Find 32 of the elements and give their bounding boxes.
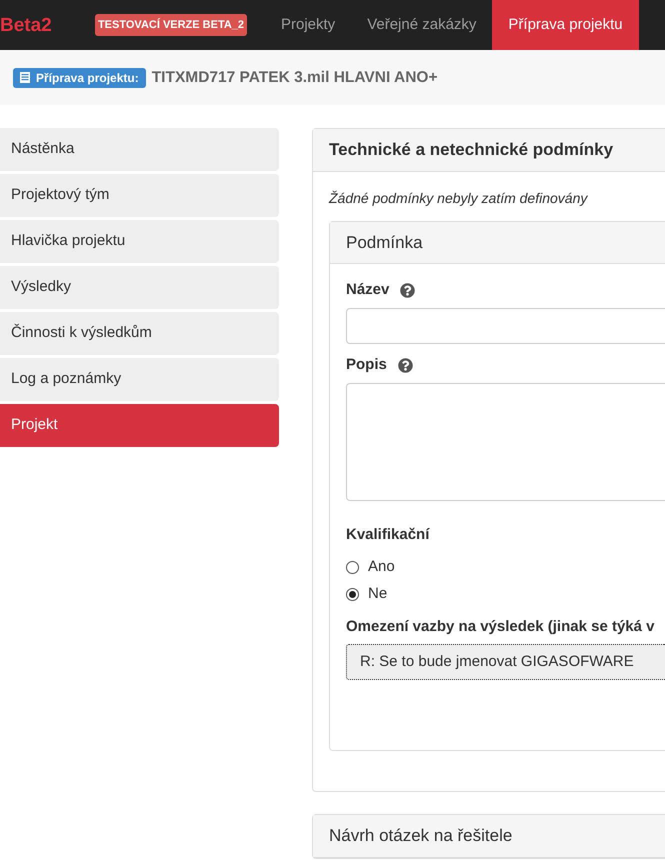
logo[interactable]: Beta2 [0, 16, 53, 34]
input-field[interactable] [346, 308, 665, 344]
sidebar-item[interactable]: Výsledky [0, 266, 279, 309]
field-label: Omezení vazby na výsledek (jinak se týká v [346, 616, 654, 637]
sidebar-item[interactable]: Projektový tým [0, 174, 279, 217]
empty-note: Žádné podmínky nebyly zatím definovány [329, 189, 588, 208]
help-icon[interactable] [400, 282, 416, 298]
version-badge: TESTOVACÍ VERZE BETA_2 [95, 14, 247, 36]
radio-icon[interactable] [346, 588, 359, 600]
nav-tab[interactable]: Projekty [265, 0, 352, 50]
field-label: Popis [346, 354, 387, 375]
sidebar-item[interactable]: Činnosti k výsledkům [0, 312, 279, 355]
radio-option[interactable]: Ano [346, 557, 665, 577]
sidebar-item[interactable]: Nástěnka [0, 128, 279, 171]
nav-tab[interactable]: Veřejné zakázky [351, 0, 492, 50]
textarea-field[interactable] [346, 383, 665, 501]
select-field[interactable]: R: Se to bude jmenovat GIGASOFWARE [346, 644, 665, 680]
radio-icon[interactable] [346, 560, 359, 574]
radio-option[interactable]: Ne [346, 584, 665, 604]
field-label: Název [346, 280, 390, 300]
field-label: Kvalifikační [346, 524, 430, 545]
sidebar-item[interactable]: Projekt [0, 404, 279, 447]
list-icon [20, 72, 30, 83]
form-title: Podmínka [346, 232, 423, 254]
help-icon[interactable] [398, 358, 413, 372]
section-label: Příprava projektu: [13, 68, 146, 88]
sidebar-item[interactable]: Hlavička projektu [0, 220, 279, 263]
panel-title: Návrh otázek na řešitele [329, 825, 512, 848]
project-title: TITXMD717 PATEK 3.mil HLAVNI ANO+ [152, 68, 438, 88]
panel-title: Technické a netechnické podmínky [329, 139, 614, 162]
sidebar-item[interactable]: Log a poznámky [0, 358, 279, 401]
nav-tab[interactable]: Příprava projektu [492, 0, 639, 50]
